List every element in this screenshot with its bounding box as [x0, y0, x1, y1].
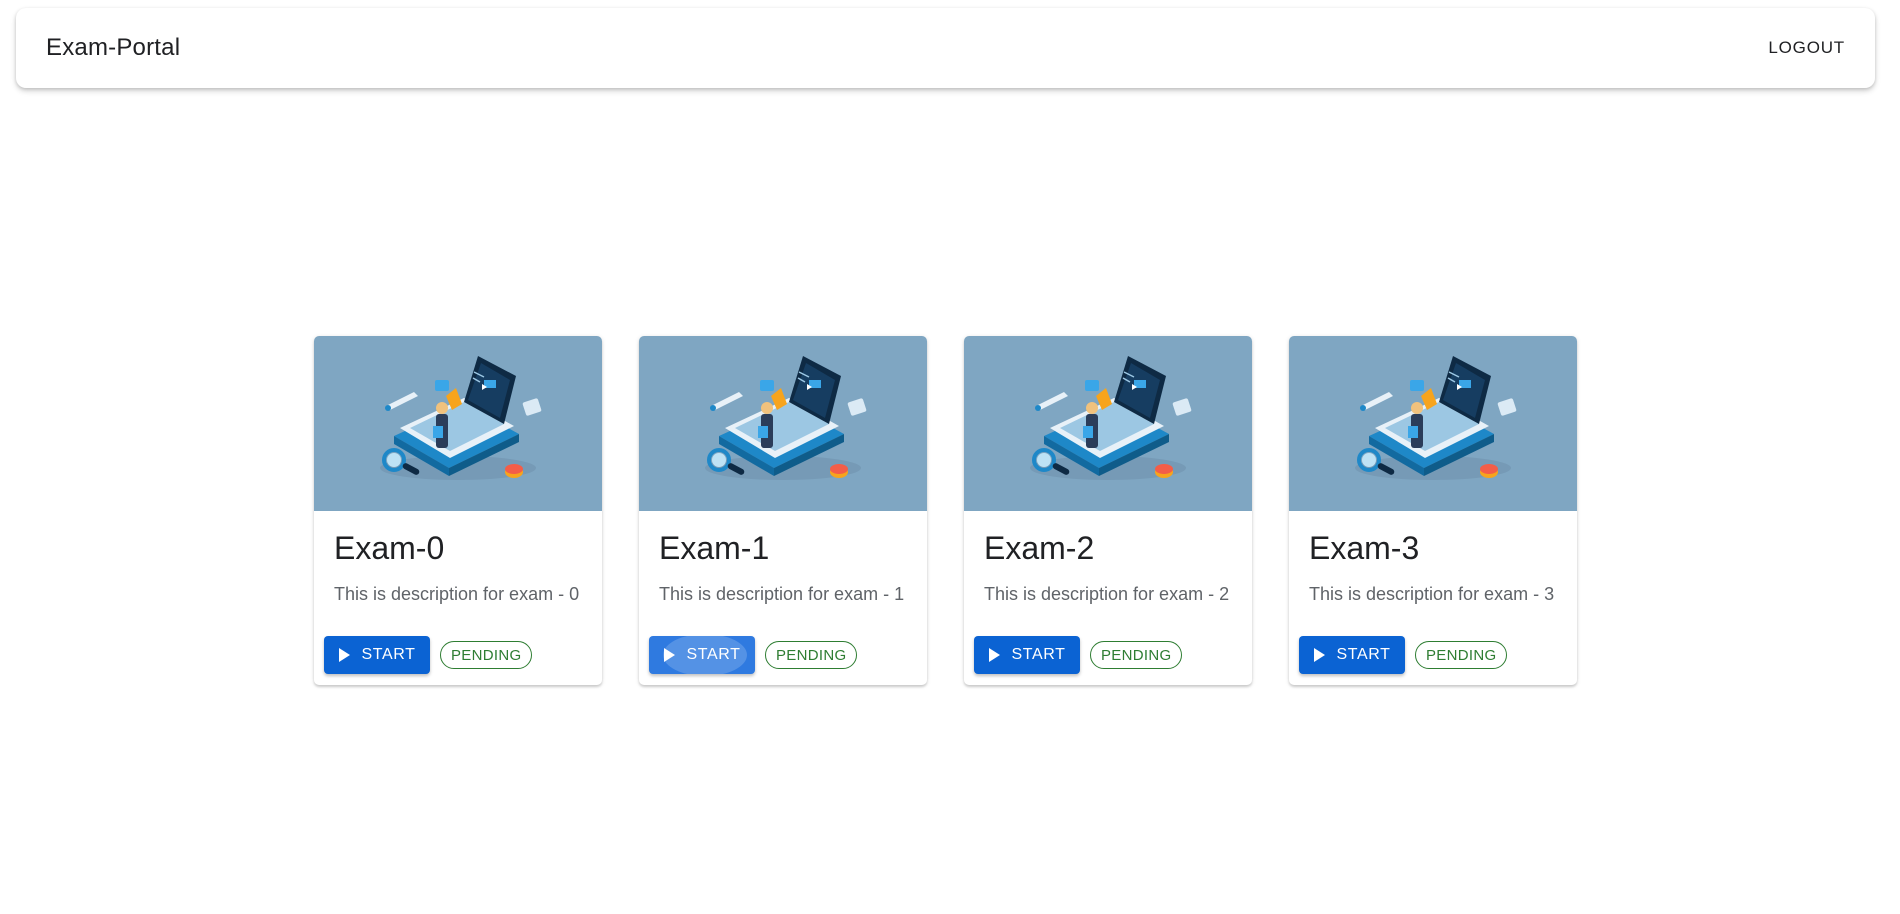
start-label: START [1011, 646, 1066, 663]
logout-button[interactable]: LOGOUT [1768, 38, 1845, 58]
exam-title: Exam-3 [1309, 530, 1420, 566]
exam-actions: START PENDING [1299, 636, 1508, 674]
laptop-study-illustration [380, 356, 542, 480]
exam-title: Exam-0 [334, 530, 445, 566]
exam-description: This is description for exam - 0 [334, 584, 580, 604]
app-bar: Exam-Portal LOGOUT [16, 8, 1875, 88]
exam-card-media [1289, 336, 1577, 511]
exam-card: Exam-0 This is description for exam - 0 … [314, 336, 602, 685]
start-label: START [1336, 646, 1391, 663]
exam-card: Exam-3 This is description for exam - 3 … [1289, 336, 1577, 685]
start-exam-button[interactable]: START [974, 636, 1080, 674]
exam-description: This is description for exam - 3 [1309, 584, 1555, 604]
start-label: START [361, 646, 416, 663]
status-badge: PENDING [765, 641, 858, 669]
play-icon [338, 648, 350, 662]
status-badge: PENDING [440, 641, 533, 669]
status-badge: PENDING [1090, 641, 1183, 669]
play-icon [988, 648, 1000, 662]
exam-card-media [964, 336, 1252, 511]
exam-card-media [639, 336, 927, 511]
play-icon [663, 648, 675, 662]
exam-description: This is description for exam - 1 [659, 584, 905, 604]
laptop-study-illustration [1355, 356, 1517, 480]
exam-card-media [314, 336, 602, 511]
exam-card: Exam-1 This is description for exam - 1 … [639, 336, 927, 685]
exam-grid: Exam-0 This is description for exam - 0 … [314, 336, 1577, 685]
start-exam-button[interactable]: START [649, 636, 755, 674]
exam-actions: START PENDING [974, 636, 1183, 674]
exam-title: Exam-2 [984, 530, 1095, 566]
exam-card: Exam-2 This is description for exam - 2 … [964, 336, 1252, 685]
start-exam-button[interactable]: START [1299, 636, 1405, 674]
laptop-study-illustration [705, 356, 867, 480]
exam-title: Exam-1 [659, 530, 770, 566]
exam-actions: START PENDING [324, 636, 533, 674]
laptop-study-illustration [1030, 356, 1192, 480]
status-badge: PENDING [1415, 641, 1508, 669]
play-icon [1313, 648, 1325, 662]
app-title: Exam-Portal [46, 34, 181, 61]
exam-actions: START PENDING [649, 636, 858, 674]
exam-description: This is description for exam - 2 [984, 584, 1230, 604]
start-label: START [686, 646, 741, 663]
start-exam-button[interactable]: START [324, 636, 430, 674]
